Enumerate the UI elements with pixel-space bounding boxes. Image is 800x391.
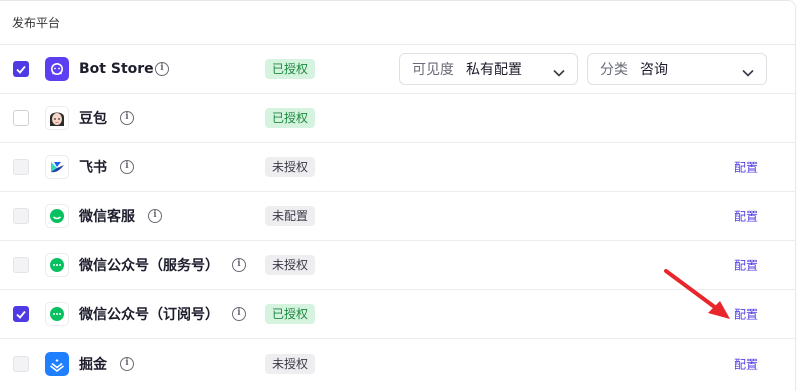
doubao-logo-icon — [45, 106, 69, 130]
info-icon[interactable]: i — [120, 111, 134, 125]
info-icon[interactable]: i — [120, 356, 134, 371]
checkbox-doubao[interactable] — [13, 110, 29, 126]
chevron-down-icon — [553, 65, 565, 81]
platform-name: 豆包 — [79, 111, 107, 127]
status-badge: 未授权 — [265, 157, 316, 177]
status-badge: 未授权 — [265, 353, 316, 374]
info-icon[interactable]: i — [232, 307, 246, 321]
platform-row-wechat-service: 微信客服 i 未配置 配置 — [0, 192, 795, 241]
platform-name: Bot Store — [79, 61, 154, 77]
category-select[interactable]: 分类 咨询 — [587, 53, 767, 85]
category-value: 咨询 — [640, 62, 668, 78]
chevron-down-icon — [742, 65, 754, 81]
status-badge: 未授权 — [265, 255, 316, 275]
checkbox-wechat-service[interactable] — [13, 208, 29, 224]
platform-row-doubao: 豆包 i 已授权 — [0, 94, 795, 143]
config-link[interactable]: 配置 — [734, 159, 758, 176]
checkbox-juejin[interactable] — [13, 355, 29, 372]
checkbox-bot-store[interactable] — [13, 61, 29, 77]
info-icon[interactable]: i — [120, 160, 134, 174]
status-badge: 已授权 — [265, 59, 316, 79]
config-link[interactable]: 配置 — [734, 355, 758, 372]
category-label: 分类 — [600, 62, 628, 78]
checkbox-wechat-official-service[interactable] — [13, 257, 29, 273]
platform-row-feishu: 飞书 i 未授权 配置 — [0, 143, 795, 192]
visibility-value: 私有配置 — [466, 62, 522, 78]
publish-platform-panel: 发布平台 Bot Store i 已授权 可见度 私有配置 分类 咨询 豆包 i… — [0, 0, 796, 391]
platform-name: 飞书 — [79, 160, 107, 176]
platform-name: 微信公众号（订阅号） — [79, 307, 219, 323]
visibility-label: 可见度 — [412, 62, 454, 78]
platform-row-juejin: 掘金 i 未授权 配置 — [0, 339, 795, 388]
wechat-service-logo-icon — [45, 204, 69, 228]
config-link[interactable]: 配置 — [734, 208, 758, 225]
platform-name: 微信公众号（服务号） — [79, 258, 219, 274]
status-badge: 未配置 — [265, 206, 316, 226]
checkbox-wechat-official-subscription[interactable] — [13, 306, 29, 322]
bot-store-logo-icon — [45, 57, 69, 81]
juejin-logo-icon — [45, 351, 69, 376]
platform-row-bot-store: Bot Store i 已授权 可见度 私有配置 分类 咨询 — [0, 45, 795, 94]
checkbox-feishu[interactable] — [13, 159, 29, 175]
status-badge: 已授权 — [265, 304, 316, 324]
visibility-select[interactable]: 可见度 私有配置 — [399, 53, 578, 85]
wechat-official-logo-icon — [45, 302, 69, 326]
info-icon[interactable]: i — [148, 209, 162, 223]
wechat-official-logo-icon — [45, 253, 69, 277]
feishu-logo-icon — [45, 155, 69, 179]
platform-name: 掘金 — [79, 356, 107, 373]
info-icon[interactable]: i — [232, 258, 246, 272]
annotation-arrow-icon — [664, 269, 730, 319]
info-icon[interactable]: i — [155, 62, 169, 76]
section-title: 发布平台 — [0, 1, 795, 45]
platform-name: 微信客服 — [79, 209, 135, 225]
status-badge: 已授权 — [265, 108, 316, 128]
